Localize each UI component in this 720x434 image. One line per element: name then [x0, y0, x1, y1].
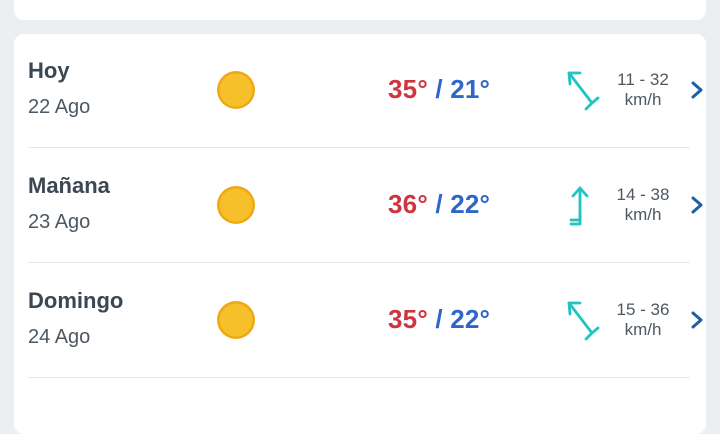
temperature-separator: / — [435, 304, 443, 334]
forecast-row-tomorrow[interactable]: Mañana 23 Ago 36° / 22° 14 - 38 km/h — [28, 149, 703, 263]
day-date: 22 Ago — [28, 96, 91, 118]
temperature-separator: / — [435, 189, 443, 219]
row-divider — [28, 377, 690, 378]
sun-icon — [217, 71, 255, 109]
min-temperature: 22° — [450, 304, 491, 334]
wind-arrow-north-icon — [569, 186, 589, 226]
day-name: Hoy — [28, 58, 70, 83]
sun-icon — [217, 301, 255, 339]
row-divider — [28, 262, 690, 263]
forecast-row-sunday[interactable]: Domingo 24 Ago 35° / 22° 15 - 36 km/h — [28, 264, 703, 378]
forecast-row-today[interactable]: Hoy 22 Ago 35° / 21° 11 - 32 km/h — [28, 34, 703, 148]
day-name: Mañana — [28, 173, 110, 198]
wind-arrow-northwest-icon — [567, 301, 600, 341]
chevron-right-icon[interactable] — [690, 195, 704, 215]
wind-speed-range: 11 - 32 — [617, 70, 669, 89]
day-name: Domingo — [28, 288, 124, 313]
max-temperature: 35° — [388, 74, 428, 104]
wind-speed-unit: km/h — [624, 320, 662, 339]
day-date: 24 Ago — [28, 326, 91, 348]
temperature-range: 35° / 21° — [388, 74, 490, 105]
forecast-card: Hoy 22 Ago 35° / 21° 11 - 32 km/h Mañana… — [14, 34, 706, 434]
temperature-range: 36° / 22° — [388, 189, 490, 220]
chevron-right-icon[interactable] — [690, 310, 704, 330]
temperature-separator: / — [435, 74, 443, 104]
sun-icon — [217, 186, 255, 224]
day-date: 23 Ago — [28, 211, 91, 233]
temperature-range: 35° / 22° — [388, 304, 490, 335]
previous-card — [14, 0, 706, 20]
max-temperature: 36° — [388, 189, 428, 219]
wind-speed-range: 15 - 36 — [616, 300, 670, 319]
min-temperature: 22° — [450, 189, 491, 219]
wind-arrow-northwest-icon — [567, 71, 600, 111]
row-divider — [28, 147, 690, 148]
max-temperature: 35° — [388, 304, 428, 334]
wind-speed-unit: km/h — [624, 205, 662, 224]
wind-speed-range: 14 - 38 — [616, 185, 670, 204]
chevron-right-icon[interactable] — [690, 80, 704, 100]
wind-speed-unit: km/h — [624, 90, 662, 109]
min-temperature: 21° — [450, 74, 491, 104]
